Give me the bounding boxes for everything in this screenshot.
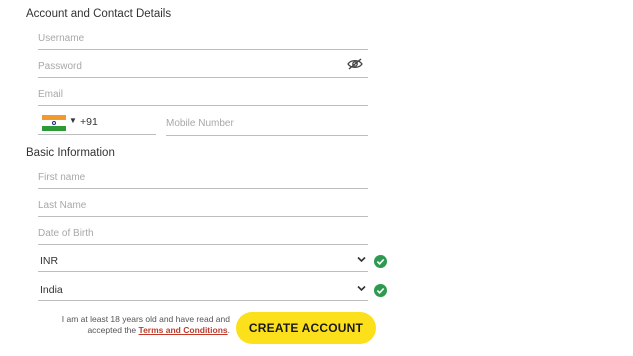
check-circle-icon: [374, 255, 387, 268]
check-circle-icon: [374, 284, 387, 297]
terms-suffix: .: [227, 325, 230, 335]
last-name-input[interactable]: [38, 194, 368, 216]
terms-link[interactable]: Terms and Conditions: [139, 325, 228, 335]
first-name-field[interactable]: [38, 166, 368, 189]
chevron-down-icon: [357, 285, 366, 292]
caret-down-icon: ▼: [69, 116, 77, 125]
password-field[interactable]: [38, 55, 368, 78]
chevron-down-icon: [357, 256, 366, 263]
last-name-field[interactable]: [38, 194, 368, 217]
terms-text: I am at least 18 years old and have read…: [60, 314, 230, 336]
account-section-title: Account and Contact Details: [26, 8, 172, 20]
india-flag-icon: [42, 115, 66, 131]
password-input[interactable]: [38, 55, 368, 77]
email-input[interactable]: [38, 83, 368, 105]
country-code-select[interactable]: ▼ +91: [38, 112, 156, 135]
date-of-birth-input[interactable]: [38, 222, 368, 244]
country-select[interactable]: India: [38, 279, 368, 301]
email-field[interactable]: [38, 83, 368, 106]
currency-value: INR: [40, 255, 59, 267]
mobile-number-field[interactable]: [166, 112, 368, 136]
date-of-birth-field[interactable]: [38, 222, 368, 245]
first-name-input[interactable]: [38, 166, 368, 188]
mobile-number-input[interactable]: [166, 112, 368, 135]
country-value: India: [40, 284, 63, 296]
basic-section-title: Basic Information: [26, 147, 115, 159]
currency-select[interactable]: INR: [38, 250, 368, 272]
eye-slash-icon[interactable]: [347, 58, 363, 70]
username-input[interactable]: [38, 27, 368, 49]
create-account-button[interactable]: CREATE ACCOUNT: [236, 312, 376, 344]
dial-code: +91: [80, 116, 98, 128]
username-field[interactable]: [38, 27, 368, 50]
